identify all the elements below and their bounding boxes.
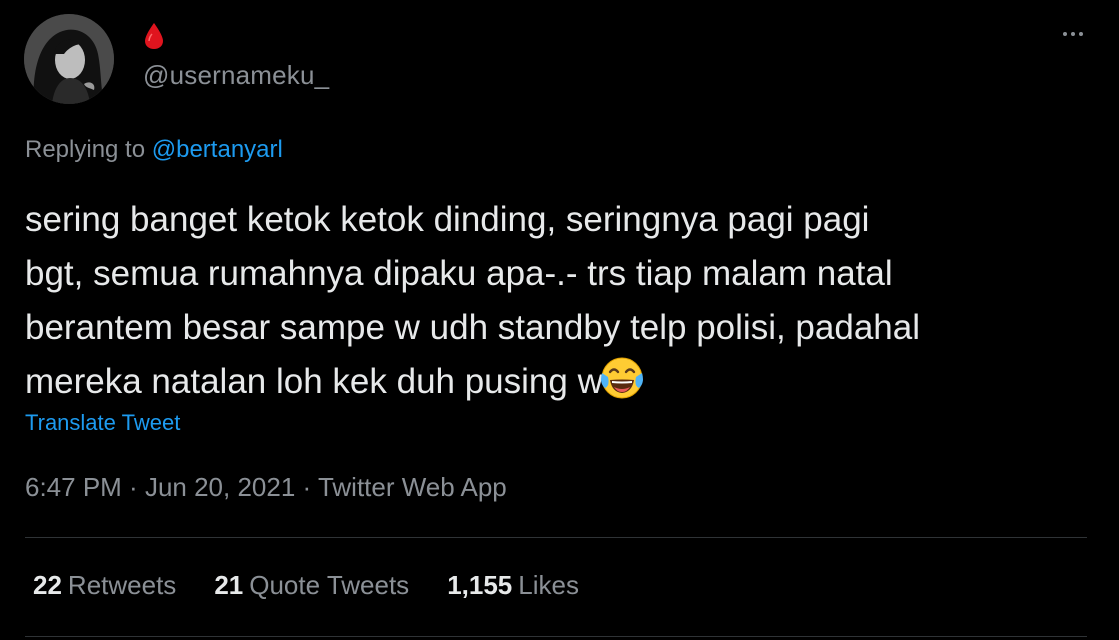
replying-to: Replying to @bertanyarl <box>25 136 283 164</box>
translate-tweet-link[interactable]: Translate Tweet <box>25 410 180 436</box>
reply-mention-link[interactable]: @bertanyarl <box>152 136 283 163</box>
likes-stat[interactable]: 1,155 Likes <box>447 570 579 601</box>
more-horizontal-icon-dot <box>1071 32 1075 36</box>
more-options-button[interactable] <box>1057 22 1089 46</box>
quote-tweets-stat[interactable]: 21 Quote Tweets <box>214 570 409 601</box>
tweet-source-link[interactable]: Twitter Web App <box>318 472 507 502</box>
user-handle[interactable]: @usernameku_ <box>143 60 329 91</box>
avatar-image <box>24 14 114 104</box>
avatar[interactable] <box>24 14 114 104</box>
quote-tweets-count: 21 <box>214 570 244 600</box>
display-name[interactable] <box>143 18 165 54</box>
tweet-stats: 22 Retweets 21 Quote Tweets 1,155 Likes <box>33 570 617 601</box>
tweet-time[interactable]: 6:47 PM <box>25 472 122 502</box>
tweet-meta: 6:47 PM · Jun 20, 2021 · Twitter Web App <box>25 472 507 503</box>
tweet-date[interactable]: Jun 20, 2021 <box>145 472 295 502</box>
retweets-label: Retweets <box>67 570 177 600</box>
tweet-body: sering banget ketok ketok dinding, serin… <box>25 200 920 401</box>
more-horizontal-icon-dot <box>1079 32 1083 36</box>
tweet-text: sering banget ketok ketok dinding, serin… <box>25 193 1100 409</box>
divider-bottom <box>25 636 1087 637</box>
blood-drop-icon <box>145 23 163 49</box>
face-with-tears-of-joy-icon <box>600 357 643 399</box>
more-horizontal-icon <box>1063 32 1067 36</box>
divider <box>25 537 1087 538</box>
retweets-stat[interactable]: 22 Retweets <box>33 570 176 601</box>
likes-label: Likes <box>518 570 579 600</box>
replying-prefix: Replying to <box>25 136 152 163</box>
retweets-count: 22 <box>33 570 62 600</box>
quote-tweets-label: Quote Tweets <box>249 570 410 600</box>
meta-separator: · <box>121 472 145 502</box>
likes-count: 1,155 <box>447 570 513 600</box>
meta-separator-2: · <box>295 472 318 502</box>
